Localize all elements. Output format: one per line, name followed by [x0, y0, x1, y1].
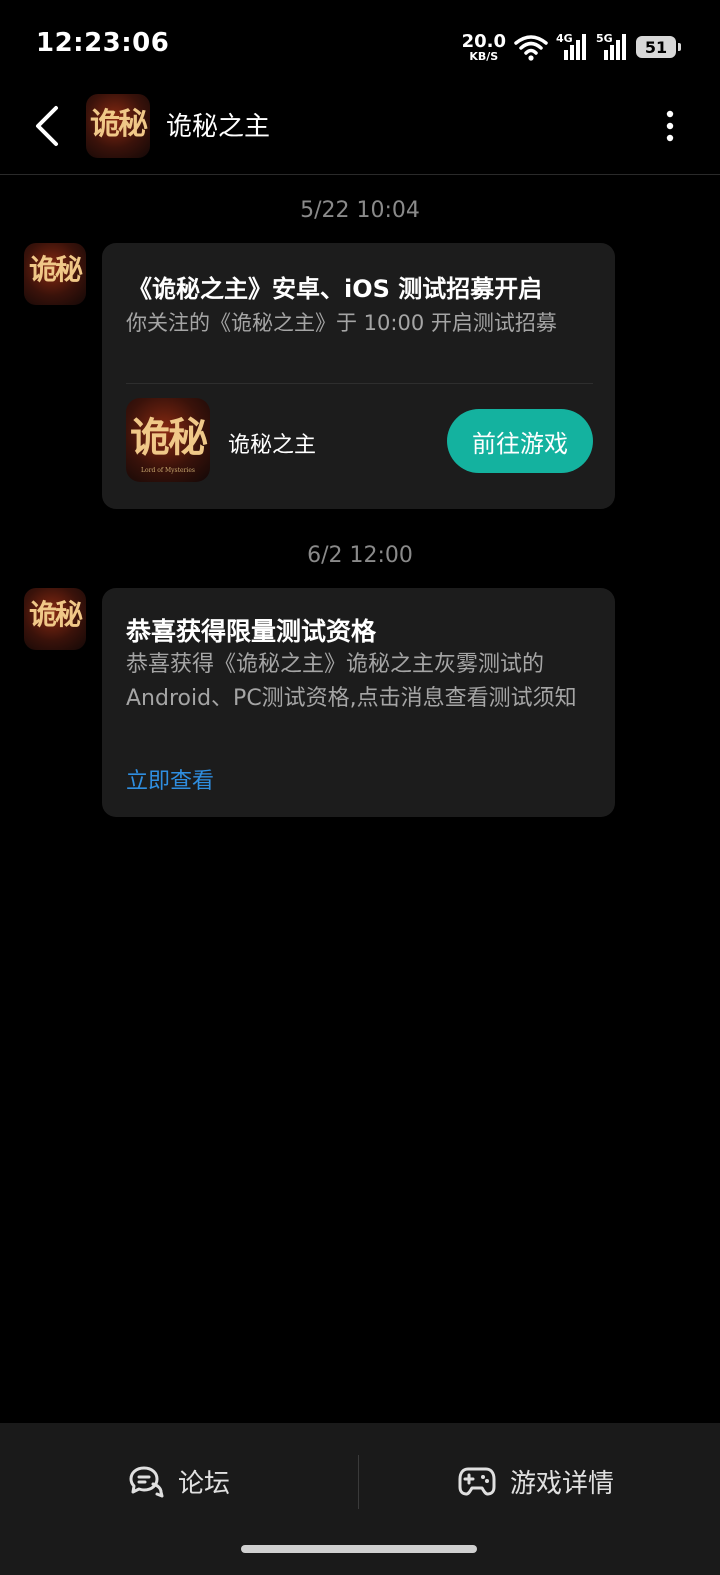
logo-text: 诡秘: [130, 413, 208, 461]
status-bar: 12:23:06 20.0 KB/S 4G 5G 51: [0, 0, 720, 90]
logo-subtitle: Lord of Mysteries: [141, 466, 195, 474]
network-speed-unit: KB/S: [469, 49, 499, 63]
game-logo-icon: 诡秘: [86, 94, 150, 158]
page-title: 诡秘之主: [166, 112, 271, 142]
message-body: 你关注的《诡秘之主》于 10:00 开启测试招募: [126, 311, 557, 335]
logo-text: 诡秘: [90, 107, 148, 143]
network-speed: 20.0 KB/S: [461, 30, 506, 63]
home-indicator[interactable]: [241, 1545, 477, 1553]
wifi-icon: [514, 35, 548, 61]
sender-avatar[interactable]: 诡秘: [24, 588, 86, 650]
battery-icon: 51: [636, 36, 681, 58]
signal-5g-icon: 5G: [596, 32, 628, 62]
bottom-nav: 论坛 游戏详情: [0, 1423, 720, 1575]
network-speed-value: 20.0: [461, 30, 506, 52]
game-name: 诡秘之主: [228, 433, 317, 458]
status-time: 12:23:06: [36, 28, 170, 58]
game-avatar[interactable]: 诡秘: [86, 94, 150, 158]
message-timestamp: 6/2 12:00: [307, 543, 413, 568]
logo-text: 诡秘: [28, 597, 83, 631]
back-arrow-icon[interactable]: [28, 104, 68, 148]
message-body: 恭喜获得《诡秘之主》诡秘之主灰雾测试的Android、PC测试资格,点击消息查看…: [126, 652, 577, 711]
more-options-icon[interactable]: [658, 104, 682, 148]
game-logo-icon: 诡秘 Lord of Mysteries: [126, 398, 210, 482]
app-bar: 诡秘 诡秘之主: [0, 90, 720, 175]
bottom-nav-divider: [358, 1455, 359, 1509]
divider: [126, 383, 593, 384]
game-details-button[interactable]: 游戏详情: [458, 1445, 614, 1517]
forum-button[interactable]: 论坛: [128, 1445, 230, 1517]
message-title: 恭喜获得限量测试资格: [126, 617, 377, 646]
forum-label: 论坛: [178, 1468, 231, 1499]
message-card-qualification[interactable]: 恭喜获得限量测试资格 恭喜获得《诡秘之主》诡秘之主灰雾测试的Android、PC…: [102, 588, 615, 817]
view-now-link[interactable]: 立即查看: [126, 763, 214, 795]
message-card-recruitment[interactable]: 《诡秘之主》安卓、iOS 测试招募开启 你关注的《诡秘之主》于 10:00 开启…: [102, 243, 615, 509]
game-logo-icon: 诡秘: [24, 243, 86, 305]
sender-avatar[interactable]: 诡秘: [24, 243, 86, 305]
logo-text: 诡秘: [28, 252, 83, 286]
status-icons: 20.0 KB/S 4G 5G 51: [461, 30, 681, 64]
go-to-game-button[interactable]: 前往游戏: [447, 409, 593, 473]
gamepad-icon: [458, 1467, 496, 1496]
forum-icon: [129, 1466, 164, 1498]
message-title: 《诡秘之主》安卓、iOS 测试招募开启: [128, 275, 543, 303]
game-icon[interactable]: 诡秘 Lord of Mysteries: [126, 398, 210, 482]
message-timestamp: 5/22 10:04: [300, 198, 420, 223]
game-logo-icon: 诡秘: [24, 588, 86, 650]
game-details-label: 游戏详情: [510, 1468, 615, 1499]
signal-4g-icon: 4G: [556, 32, 588, 62]
